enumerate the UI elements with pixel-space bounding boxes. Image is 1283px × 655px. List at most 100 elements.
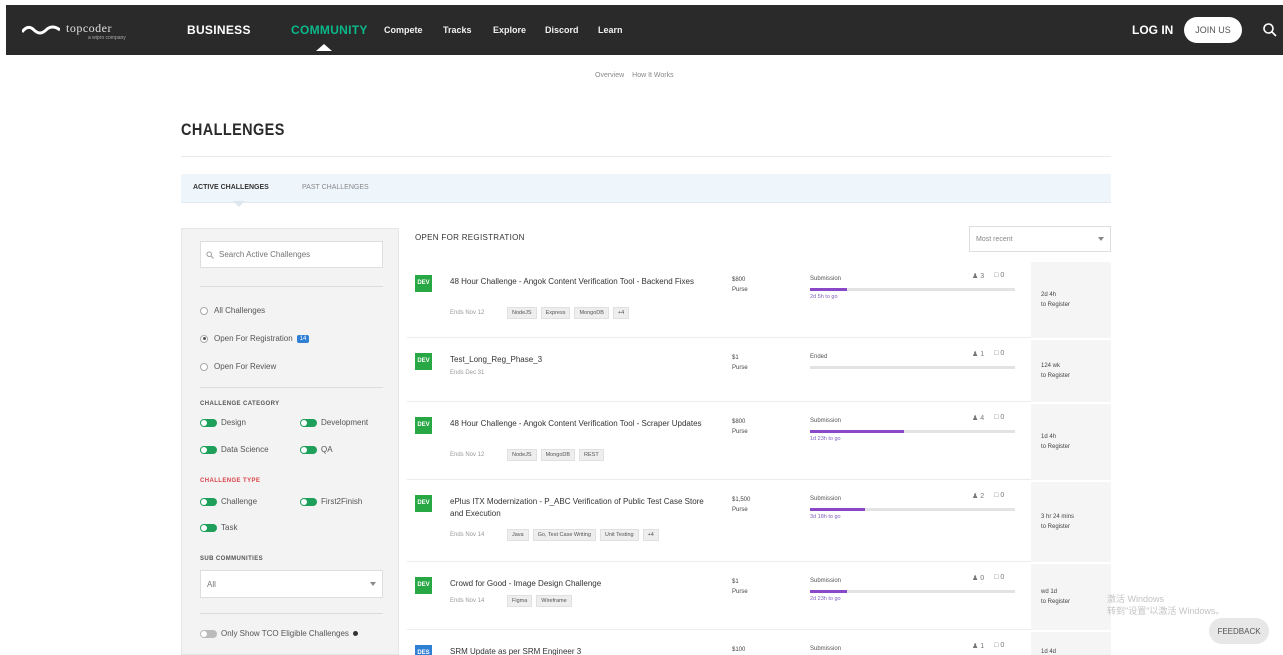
radio-open-for-registration[interactable]: Open For Registration 14: [200, 334, 310, 343]
register-cta[interactable]: 1d 4d: [1031, 632, 1111, 655]
progress-bar: [810, 590, 1015, 593]
submissions-count[interactable]: □ 0: [994, 492, 1004, 500]
challenge-row[interactable]: DEV Test_Long_Reg_Phase_3 Ends Dec 31 $1 Pur…: [407, 340, 1111, 402]
challenge-title[interactable]: Crowd for Good - Image Design Challenge: [450, 578, 705, 590]
challenge-row[interactable]: DEV ePlus ITX Modernization - P_ABC Verif…: [407, 482, 1111, 562]
toggle-switch: [200, 497, 217, 506]
toggle-tco-eligible[interactable]: Only Show TCO Eligible Challenges: [200, 629, 358, 638]
search-input[interactable]: [200, 241, 383, 268]
challenge-stats: ♟ 1 □ 0: [972, 642, 1004, 650]
register-cta[interactable]: 3 hr 24 mins to Register: [1031, 482, 1111, 562]
registrants-count[interactable]: ♟ 4: [972, 414, 984, 422]
sublink-overview[interactable]: Overview: [595, 72, 624, 79]
toggle-task[interactable]: Task: [200, 523, 237, 532]
registrants-value: 1: [980, 643, 985, 650]
toggle-switch: [200, 445, 217, 454]
nav-tracks[interactable]: Tracks: [443, 25, 472, 35]
toggle-switch: [300, 497, 317, 506]
registrants-count[interactable]: ♟ 3: [972, 272, 984, 280]
search-icon[interactable]: [1261, 21, 1279, 39]
toggle-data-science[interactable]: Data Science: [200, 445, 269, 454]
progress-bar: [810, 366, 1015, 369]
sort-select[interactable]: Most recent: [969, 226, 1111, 252]
submissions-count[interactable]: □ 0: [994, 414, 1004, 422]
logo[interactable]: topcoder a wipro company: [22, 18, 142, 42]
tag-list: Java Go, Test Case Writing Unit Testing +4: [507, 529, 659, 541]
toggle-first2finish[interactable]: First2Finish: [300, 497, 362, 506]
tech-tag[interactable]: +4: [642, 529, 659, 541]
register-label: to Register: [1041, 373, 1071, 379]
tag-list: Figma Wireframe: [507, 595, 572, 607]
tech-tag[interactable]: Java: [507, 529, 529, 541]
challenge-title[interactable]: 48 Hour Challenge - Angok Content Verifi…: [450, 276, 705, 288]
nav-community[interactable]: COMMUNITY: [291, 23, 368, 37]
tech-tag[interactable]: REST: [579, 449, 604, 461]
register-time: wd 1d: [1041, 589, 1058, 595]
register-cta[interactable]: 1d 4h to Register: [1031, 404, 1111, 480]
submissions-value: 0: [1000, 272, 1005, 279]
tech-tag[interactable]: NodeJS: [507, 449, 537, 461]
challenge-stats: ♟ 2 □ 0: [972, 492, 1004, 500]
nav-discord[interactable]: Discord: [545, 25, 579, 35]
tech-tag[interactable]: Unit Testing: [599, 529, 639, 541]
tech-tag[interactable]: Go, Test Case Writing: [532, 529, 596, 541]
tech-tag[interactable]: MongoDB: [540, 449, 576, 461]
tech-tag[interactable]: NodeJS: [507, 307, 537, 319]
watermark-line: 转到"设置"以激活 Windows。: [1107, 606, 1225, 616]
registrants-count[interactable]: ♟ 0: [972, 574, 984, 582]
toggle-design[interactable]: Design: [200, 418, 246, 427]
registrants-count[interactable]: ♟ 1: [972, 350, 984, 358]
tech-tag[interactable]: MongoDB: [574, 307, 609, 319]
challenge-row[interactable]: DEV 48 Hour Challenge - Angok Content Ver…: [407, 262, 1111, 338]
toggle-label: Data Science: [221, 445, 269, 454]
feedback-button[interactable]: FEEDBACK: [1209, 618, 1269, 644]
nav-learn[interactable]: Learn: [598, 25, 623, 35]
challenge-date: Ends Nov 12: [450, 310, 485, 316]
nav-compete[interactable]: Compete: [384, 25, 423, 35]
nav-explore[interactable]: Explore: [493, 25, 526, 35]
challenge-row[interactable]: DES SRM Update as per SRM Engineer 3 $100 S…: [407, 632, 1111, 655]
tab-active-challenges[interactable]: ACTIVE CHALLENGES: [193, 184, 269, 191]
radio-all-challenges[interactable]: All Challenges: [200, 306, 265, 315]
tech-tag[interactable]: Wireframe: [536, 595, 572, 607]
challenge-title[interactable]: Test_Long_Reg_Phase_3: [450, 354, 705, 366]
challenge-row[interactable]: DEV Crowd for Good - Image Design Challen…: [407, 564, 1111, 630]
register-cta[interactable]: 124 wk to Register: [1031, 340, 1111, 402]
toggle-switch: [200, 629, 217, 638]
registrants-count[interactable]: ♟ 2: [972, 492, 984, 500]
challenge-title[interactable]: SRM Update as per SRM Engineer 3: [450, 646, 705, 655]
track-icon: DES: [415, 645, 432, 655]
challenge-title[interactable]: ePlus ITX Modernization - P_ABC Verifica…: [450, 496, 705, 520]
progress-fill: [810, 508, 866, 511]
toggle-qa[interactable]: QA: [300, 445, 333, 454]
sublink-how-it-works[interactable]: How It Works: [632, 72, 674, 79]
prize-amount: $1: [732, 355, 739, 361]
register-label: to Register: [1041, 302, 1071, 308]
radio-open-for-review[interactable]: Open For Review: [200, 362, 276, 371]
challenge-title[interactable]: 48 Hour Challenge - Angok Content Verifi…: [450, 418, 705, 430]
submissions-count[interactable]: □ 0: [994, 272, 1004, 280]
info-icon[interactable]: [352, 631, 358, 636]
phase-time: 2d 5h to go: [810, 294, 838, 300]
sub-communities-select[interactable]: All: [200, 570, 383, 598]
register-cta[interactable]: 2d 4h to Register: [1031, 262, 1111, 338]
nav-business[interactable]: BUSINESS: [187, 23, 251, 37]
submissions-count[interactable]: □ 0: [994, 350, 1004, 358]
radio-label: Open For Registration: [214, 334, 293, 343]
submissions-count[interactable]: □ 0: [994, 574, 1004, 582]
tech-tag[interactable]: Figma: [507, 595, 533, 607]
toggle-development[interactable]: Development: [300, 418, 368, 427]
registrants-count[interactable]: ♟ 1: [972, 642, 984, 650]
join-button[interactable]: JOIN US: [1184, 17, 1242, 43]
tech-tag[interactable]: Express: [540, 307, 571, 319]
progress-bar: [810, 430, 1015, 433]
track-badge: DEV: [415, 495, 432, 512]
tech-tag[interactable]: +4: [612, 307, 630, 319]
submissions-count[interactable]: □ 0: [994, 642, 1004, 650]
login-link[interactable]: LOG IN: [1132, 23, 1173, 37]
tab-past-challenges[interactable]: PAST CHALLENGES: [302, 184, 369, 191]
toggle-switch: [300, 418, 317, 427]
register-cta[interactable]: wd 1d to Register: [1031, 564, 1111, 630]
challenge-row[interactable]: DEV 48 Hour Challenge - Angok Content Ver…: [407, 404, 1111, 480]
toggle-challenge[interactable]: Challenge: [200, 497, 257, 506]
